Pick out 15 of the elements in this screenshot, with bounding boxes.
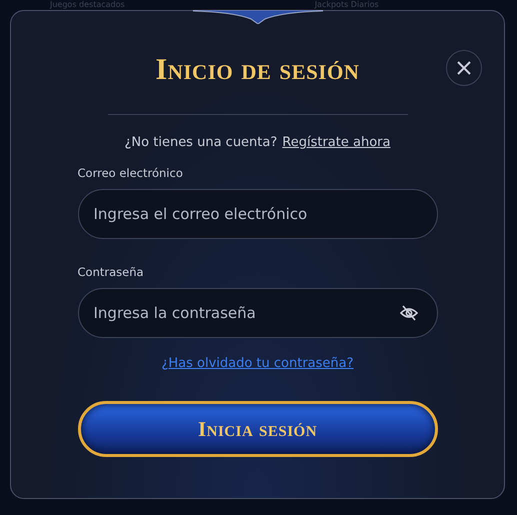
eye-slash-icon[interactable] xyxy=(400,305,418,321)
close-button[interactable] xyxy=(446,50,482,86)
close-icon xyxy=(456,60,472,76)
field-label: Correo electrónico xyxy=(78,166,184,180)
login-button[interactable]: Inicia sesión xyxy=(78,401,438,457)
signup-link[interactable]: Regístrate ahora xyxy=(282,135,390,150)
background-heading: Jackpots Diarios xyxy=(314,0,379,9)
forgot-password-link[interactable]: ¿Has olvidado tu contraseña? xyxy=(161,356,354,371)
field-label: Contraseña xyxy=(78,265,145,279)
password-field[interactable]: Ingresa la contraseña xyxy=(78,288,438,338)
email-field[interactable]: Ingresa el correo electrónico xyxy=(78,189,438,239)
signup-prompt: ¿No tienes una cuenta? xyxy=(124,135,278,150)
ornament-icon xyxy=(193,10,323,24)
background-heading: Juegos destacados xyxy=(50,0,125,9)
dialog-title: Inicio de sesión xyxy=(156,53,360,87)
